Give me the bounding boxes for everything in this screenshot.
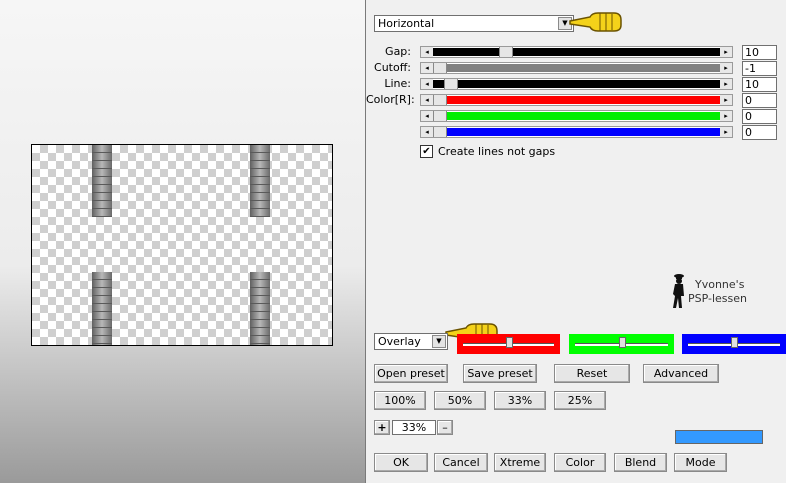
slider-label: Color[R]:: [366, 93, 415, 106]
slider-thumb[interactable]: [499, 47, 513, 57]
scroll-left-icon[interactable]: ◂: [421, 79, 433, 89]
slider-thumb[interactable]: [433, 127, 447, 137]
checkmark-icon: ✔: [422, 146, 431, 157]
preview-stripe: [92, 272, 112, 345]
channel-knob[interactable]: [731, 337, 738, 348]
slider-track[interactable]: ◂ ▸: [420, 126, 733, 138]
slider-value-field[interactable]: 0: [742, 125, 777, 140]
slider-value-field[interactable]: 10: [742, 45, 777, 60]
silhouette-logo-icon: [673, 274, 684, 308]
effect-dropdown-value: Horizontal: [378, 17, 435, 30]
slider-track[interactable]: ◂ ▸: [420, 62, 733, 74]
channel-knob[interactable]: [506, 337, 513, 348]
color-button[interactable]: Color: [554, 453, 606, 472]
scroll-right-icon[interactable]: ▸: [720, 79, 732, 89]
green-channel-slider[interactable]: [569, 334, 674, 354]
xtreme-button[interactable]: Xtreme: [494, 453, 546, 472]
zoom-in-button[interactable]: +: [374, 420, 390, 435]
create-lines-checkbox[interactable]: ✔: [420, 145, 433, 158]
scroll-right-icon[interactable]: ▸: [720, 95, 732, 105]
slider-value-field[interactable]: 0: [742, 109, 777, 124]
effect-dropdown[interactable]: Horizontal ▼: [374, 15, 574, 32]
slider-fill: [447, 64, 720, 72]
scroll-right-icon[interactable]: ▸: [720, 127, 732, 137]
red-channel-slider[interactable]: [457, 334, 560, 354]
slider-fill: [447, 96, 720, 104]
watermark-logo: Yvonne's PSP-lessen: [668, 272, 758, 310]
pointing-hand-icon: [569, 12, 622, 32]
zoom-value-field[interactable]: 33%: [392, 420, 436, 435]
slider-track[interactable]: ◂ ▸: [420, 94, 733, 106]
slider-label: Gap:: [385, 45, 411, 58]
zoom-100-button[interactable]: 100%: [374, 391, 426, 410]
create-lines-label: Create lines not gaps: [438, 145, 556, 158]
slider-thumb[interactable]: [444, 79, 458, 89]
scroll-left-icon[interactable]: ◂: [421, 95, 433, 105]
scroll-left-icon[interactable]: ◂: [421, 47, 433, 57]
slider-thumb[interactable]: [433, 111, 447, 121]
scroll-left-icon[interactable]: ◂: [421, 63, 433, 73]
scroll-left-icon[interactable]: ◂: [421, 111, 433, 121]
scroll-right-icon[interactable]: ▸: [720, 63, 732, 73]
slider-label: Cutoff:: [374, 61, 411, 74]
blend-button[interactable]: Blend: [614, 453, 667, 472]
slider-track[interactable]: ◂ ▸: [420, 46, 733, 58]
dropdown-arrow-icon[interactable]: ▼: [432, 335, 446, 348]
cancel-button[interactable]: Cancel: [434, 453, 488, 472]
slider-thumb[interactable]: [433, 63, 447, 73]
blend-mode-value: Overlay: [378, 335, 421, 348]
color-swatch[interactable]: [675, 430, 763, 444]
slider-value-field[interactable]: 10: [742, 77, 777, 92]
preview-canvas: [31, 144, 333, 346]
watermark-line-2: PSP-lessen: [688, 292, 748, 305]
slider-value-field[interactable]: -1: [742, 61, 777, 76]
scroll-right-icon[interactable]: ▸: [720, 111, 732, 121]
channel-knob[interactable]: [619, 337, 626, 348]
preview-panel: [0, 0, 365, 483]
slider-fill: [513, 48, 720, 56]
slider-fill: [433, 48, 499, 56]
slider-fill: [433, 80, 444, 88]
preview-stripe: [250, 272, 270, 345]
slider-thumb[interactable]: [433, 95, 447, 105]
watermark-line-1: Yvonne's: [695, 278, 745, 291]
reset-button[interactable]: Reset: [554, 364, 630, 383]
zoom-50-button[interactable]: 50%: [434, 391, 486, 410]
slider-track[interactable]: ◂ ▸: [420, 110, 733, 122]
mode-button[interactable]: Mode: [674, 453, 727, 472]
advanced-button[interactable]: Advanced: [643, 364, 719, 383]
preview-stripe: [92, 145, 112, 217]
slider-label: Line:: [384, 77, 411, 90]
zoom-25-button[interactable]: 25%: [554, 391, 606, 410]
slider-fill: [447, 128, 720, 136]
open-preset-button[interactable]: Open preset: [374, 364, 448, 383]
slider-track[interactable]: ◂ ▸: [420, 78, 733, 90]
slider-fill: [447, 112, 720, 120]
slider-fill: [458, 80, 720, 88]
zoom-33-button[interactable]: 33%: [494, 391, 546, 410]
blue-channel-slider[interactable]: [682, 334, 786, 354]
blend-mode-dropdown[interactable]: Overlay ▼: [374, 333, 448, 350]
scroll-right-icon[interactable]: ▸: [720, 47, 732, 57]
slider-value-field[interactable]: 0: [742, 93, 777, 108]
scroll-left-icon[interactable]: ◂: [421, 127, 433, 137]
ok-button[interactable]: OK: [374, 453, 428, 472]
save-preset-button[interactable]: Save preset: [463, 364, 537, 383]
preview-stripe: [250, 145, 270, 217]
zoom-out-button[interactable]: –: [437, 420, 453, 435]
